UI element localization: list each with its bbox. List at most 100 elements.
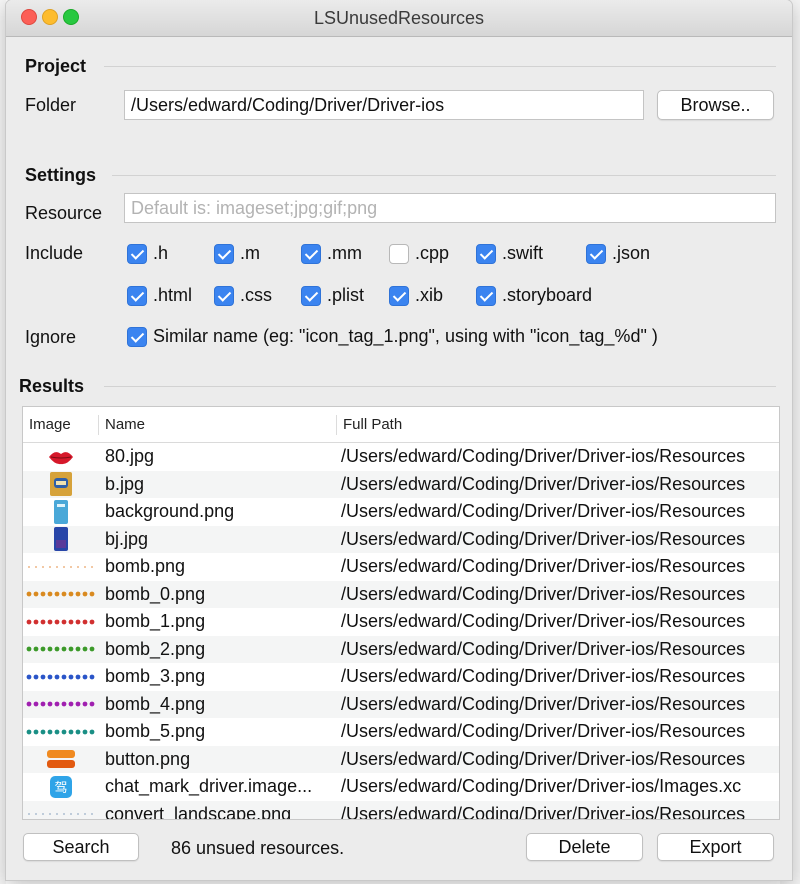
row-name-cell: bomb_5.png xyxy=(105,721,206,741)
checkbox-checked-icon xyxy=(586,243,606,264)
row-path-cell: /Users/edward/Coding/Driver/Driver-ios/R… xyxy=(341,556,746,576)
row-name-cell: bomb_0.png xyxy=(105,583,206,604)
table-row[interactable]: bomb_2.png/Users/edward/Coding/Driver/Dr… xyxy=(23,635,779,663)
include-swift-label: .swift xyxy=(502,243,544,263)
row-name-cell: chat_mark_driver.image... xyxy=(105,776,313,796)
checkbox-unchecked-icon xyxy=(389,243,409,264)
include-m-label: .m xyxy=(240,243,260,263)
include-storyboard-checkbox[interactable]: .storyboard xyxy=(476,285,592,306)
row-path-cell: /Users/edward/Coding/Driver/Driver-ios/R… xyxy=(341,473,746,494)
dot-strip-thumbnail xyxy=(23,581,99,608)
checkbox-checked-icon xyxy=(389,285,409,306)
badge-icon xyxy=(23,471,99,498)
folder-label: Folder xyxy=(25,95,77,115)
resource-types-placeholder: Default is: imageset;jpg;gif;png xyxy=(131,198,378,218)
settings-section-title: Settings xyxy=(25,165,97,185)
column-header-image[interactable]: Image xyxy=(23,407,99,442)
checkbox-checked-icon xyxy=(214,285,234,306)
app-window: LSUnusedResources Project Folder /Users/… xyxy=(6,0,792,880)
include-m-checkbox[interactable]: .m xyxy=(214,243,260,264)
dot-strip-thumbnail xyxy=(23,691,99,718)
lips-icon xyxy=(23,443,99,470)
settings-divider xyxy=(112,175,776,176)
dot-strip-thumbnail xyxy=(23,801,99,820)
table-row[interactable]: b.jpg/Users/edward/Coding/Driver/Driver-… xyxy=(23,470,779,498)
include-json-label: .json xyxy=(612,243,651,263)
row-path-cell: /Users/edward/Coding/Driver/Driver-ios/R… xyxy=(341,446,746,466)
results-divider xyxy=(104,386,776,387)
include-h-checkbox[interactable]: .h xyxy=(127,243,168,264)
window-title: LSUnusedResources xyxy=(313,8,485,28)
table-row[interactable]: bomb_3.png/Users/edward/Coding/Driver/Dr… xyxy=(23,663,779,691)
column-header-name[interactable]: Name xyxy=(99,407,337,442)
checkbox-checked-icon xyxy=(476,243,496,264)
table-row[interactable]: bomb_0.png/Users/edward/Coding/Driver/Dr… xyxy=(23,580,779,608)
results-table[interactable]: Image Name Full Path 80.jpg/Users/edward… xyxy=(22,406,780,820)
table-row[interactable]: bomb_1.png/Users/edward/Coding/Driver/Dr… xyxy=(23,608,779,636)
include-css-checkbox[interactable]: .css xyxy=(214,285,272,306)
table-row[interactable]: bomb.png/Users/edward/Coding/Driver/Driv… xyxy=(23,553,779,581)
include-plist-label: .plist xyxy=(327,285,365,305)
include-xib-label: .xib xyxy=(415,285,444,305)
column-header-full-path[interactable]: Full Path xyxy=(337,407,777,442)
row-name-cell: bomb_2.png xyxy=(105,638,206,659)
include-plist-checkbox[interactable]: .plist xyxy=(301,285,364,306)
row-name-cell: b.jpg xyxy=(105,473,145,494)
resource-types-input[interactable]: Default is: imageset;jpg;gif;png xyxy=(124,193,776,223)
checkbox-checked-icon xyxy=(214,243,234,264)
folder-path-input[interactable]: /Users/edward/Coding/Driver/Driver-ios xyxy=(124,90,644,120)
title-bar[interactable]: LSUnusedResources xyxy=(6,0,792,37)
table-row[interactable]: 80.jpg/Users/edward/Coding/Driver/Driver… xyxy=(23,443,779,471)
checkbox-checked-icon xyxy=(127,285,147,306)
row-name-cell: background.png xyxy=(105,501,235,521)
checkbox-checked-icon xyxy=(127,243,147,264)
include-swift-checkbox[interactable]: .swift xyxy=(476,243,543,264)
phone-dark-icon xyxy=(23,526,99,553)
row-path-cell: /Users/edward/Coding/Driver/Driver-ios/R… xyxy=(341,803,746,820)
delete-button[interactable]: Delete xyxy=(526,833,643,861)
table-row[interactable]: bj.jpg/Users/edward/Coding/Driver/Driver… xyxy=(23,525,779,553)
results-count-status: 86 unsued resources. xyxy=(171,838,345,858)
include-json-checkbox[interactable]: .json xyxy=(586,243,650,264)
dot-strip-thumbnail xyxy=(23,718,99,745)
include-html-checkbox[interactable]: .html xyxy=(127,285,192,306)
row-path-cell: /Users/edward/Coding/Driver/Driver-ios/R… xyxy=(341,528,746,549)
include-cpp-checkbox[interactable]: .cpp xyxy=(389,243,449,264)
include-mm-label: .mm xyxy=(327,243,362,263)
ignore-similar-name-label: Similar name (eg: "icon_tag_1.png", usin… xyxy=(153,326,658,346)
include-h-label: .h xyxy=(153,243,169,263)
include-xib-checkbox[interactable]: .xib xyxy=(389,285,443,306)
checkbox-checked-icon xyxy=(127,326,147,347)
table-row[interactable]: background.png/Users/edward/Coding/Drive… xyxy=(23,498,779,526)
ignore-similar-name-checkbox[interactable]: Similar name (eg: "icon_tag_1.png", usin… xyxy=(127,326,658,347)
results-table-header: Image Name Full Path xyxy=(23,407,779,443)
include-mm-checkbox[interactable]: .mm xyxy=(301,243,362,264)
browse-button[interactable]: Browse.. xyxy=(657,90,774,120)
table-row[interactable]: convert_landscape.png/Users/edward/Codin… xyxy=(23,800,779,820)
table-row[interactable]: 驾 chat_mark_driver.image... /Users/edward/… xyxy=(23,773,779,801)
phone-blue-icon xyxy=(23,498,99,525)
table-row[interactable]: button.png/Users/edward/Coding/Driver/Dr… xyxy=(23,745,779,773)
checkbox-checked-icon xyxy=(301,285,321,306)
row-path-cell: /Users/edward/Coding/Driver/Driver-ios/I… xyxy=(341,776,742,796)
ignore-label: Ignore xyxy=(25,327,77,347)
export-button[interactable]: Export xyxy=(657,833,774,861)
dot-strip-thumbnail xyxy=(23,636,99,663)
table-row[interactable]: bomb_4.png/Users/edward/Coding/Driver/Dr… xyxy=(23,690,779,718)
project-divider xyxy=(104,66,776,67)
table-row[interactable]: bomb_5.png/Users/edward/Coding/Driver/Dr… xyxy=(23,718,779,746)
row-name-cell: bomb.png xyxy=(105,556,186,576)
row-path-cell: /Users/edward/Coding/Driver/Driver-ios/R… xyxy=(341,501,746,521)
row-path-cell: /Users/edward/Coding/Driver/Driver-ios/R… xyxy=(341,748,746,769)
svg-text:驾: 驾 xyxy=(54,781,67,796)
dot-strip-thumbnail xyxy=(23,608,99,635)
row-path-cell: /Users/edward/Coding/Driver/Driver-ios/R… xyxy=(341,693,746,714)
row-name-cell: convert_landscape.png xyxy=(105,803,292,820)
search-button[interactable]: Search xyxy=(23,833,139,861)
include-storyboard-label: .storyboard xyxy=(502,285,593,305)
include-label: Include xyxy=(25,243,84,263)
row-name-cell: bomb_3.png xyxy=(105,666,206,686)
button-orange-icon xyxy=(23,746,99,773)
row-name-cell: bj.jpg xyxy=(105,528,149,549)
row-path-cell: /Users/edward/Coding/Driver/Driver-ios/R… xyxy=(341,721,746,741)
